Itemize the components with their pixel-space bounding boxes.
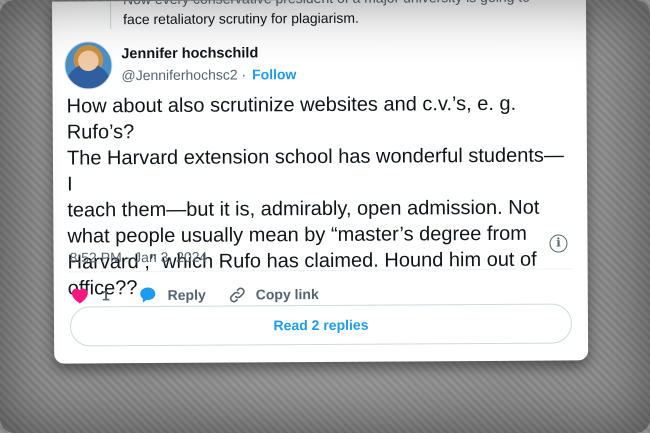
tweet-timestamp[interactable]: 8:52 PM · Jan 3, 2024 xyxy=(70,249,208,266)
author-handle-row: @Jenniferhochsc2 · Follow xyxy=(121,65,296,85)
parent-tweet-line-1: Now every conservative president of a ma… xyxy=(123,0,583,9)
action-bar: 1 Reply Copy link xyxy=(70,284,319,306)
copy-link-label: Copy link xyxy=(255,286,319,303)
author-display-name[interactable]: Jennifer hochschild xyxy=(121,44,296,64)
like-count: 1 xyxy=(101,287,110,304)
info-icon[interactable]: i xyxy=(549,234,568,253)
link-icon xyxy=(229,287,245,302)
avatar[interactable] xyxy=(64,41,113,90)
author-names: Jennifer hochschild @Jenniferhochsc2 · F… xyxy=(121,44,296,85)
read-replies-button[interactable]: Read 2 replies xyxy=(69,303,573,347)
reply-bubble-icon xyxy=(140,287,156,303)
parent-tweet-line-2: face retaliatory scrutiny for plagiarism… xyxy=(123,9,359,28)
copy-link-button[interactable]: Copy link xyxy=(228,285,319,305)
tweet-card: Now every conservative president of a ma… xyxy=(52,0,589,364)
heart-icon xyxy=(71,288,88,304)
author-header: Jennifer hochschild @Jenniferhochsc2 · F… xyxy=(64,40,296,90)
reply-label: Reply xyxy=(167,286,206,303)
reply-button[interactable]: Reply xyxy=(138,285,206,305)
author-handle[interactable]: @Jenniferhochsc2 xyxy=(121,66,237,83)
parent-tweet-snippet[interactable]: Now every conservative president of a ma… xyxy=(109,0,584,30)
follow-button[interactable]: Follow xyxy=(252,66,296,82)
separator-dot: · xyxy=(241,66,247,83)
like-button[interactable]: 1 xyxy=(70,285,110,305)
